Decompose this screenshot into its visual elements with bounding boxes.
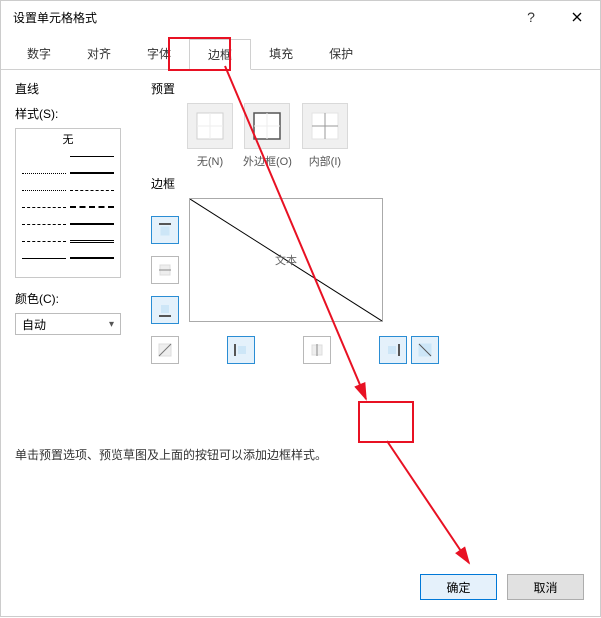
line-style-option[interactable] bbox=[22, 218, 114, 230]
tab-fill[interactable]: 填充 bbox=[251, 39, 311, 69]
preset-border-section: 预置 无(N) 外边框(O) bbox=[151, 80, 586, 364]
annotation-redbox-diag bbox=[358, 401, 414, 443]
preview-text: 文本 bbox=[275, 252, 297, 268]
tab-number[interactable]: 数字 bbox=[9, 39, 69, 69]
border-right-icon bbox=[385, 342, 401, 358]
border-top-button[interactable] bbox=[151, 216, 179, 244]
line-style-option[interactable] bbox=[22, 252, 114, 264]
tab-font[interactable]: 字体 bbox=[129, 39, 189, 69]
preset-none[interactable]: 无(N) bbox=[187, 103, 233, 169]
preset-none-button[interactable] bbox=[187, 103, 233, 149]
close-button[interactable] bbox=[554, 1, 600, 33]
line-color-value: 自动 bbox=[22, 316, 46, 333]
border-left-button[interactable] bbox=[227, 336, 255, 364]
line-style-list[interactable]: 无 bbox=[15, 128, 121, 278]
line-style-option[interactable] bbox=[22, 184, 114, 196]
help-button[interactable]: ? bbox=[508, 1, 554, 33]
window-title: 设置单元格格式 bbox=[13, 9, 508, 26]
border-middle-h-icon bbox=[157, 262, 173, 278]
border-left-icon bbox=[233, 342, 249, 358]
border-bottom-icon bbox=[157, 302, 173, 318]
border-preview-area: 文本 bbox=[151, 198, 586, 364]
border-bottom-buttons bbox=[151, 336, 586, 364]
preset-row: 无(N) 外边框(O) 内部(I) bbox=[187, 103, 586, 169]
line-style-option[interactable] bbox=[22, 201, 114, 213]
diag-down-icon bbox=[417, 342, 433, 358]
border-diag-down-button[interactable] bbox=[411, 336, 439, 364]
border-middle-v-icon bbox=[309, 342, 325, 358]
preset-heading: 预置 bbox=[151, 80, 586, 97]
ok-button[interactable]: 确定 bbox=[420, 574, 497, 600]
border-diag-up-button[interactable] bbox=[151, 336, 179, 364]
tab-strip: 数字 对齐 字体 边框 填充 保护 bbox=[1, 33, 600, 70]
line-color-select[interactable]: 自动 ▾ bbox=[15, 313, 121, 335]
preset-inside[interactable]: 内部(I) bbox=[302, 103, 348, 169]
line-style-option[interactable] bbox=[22, 150, 114, 162]
titlebar: 设置单元格格式 ? bbox=[1, 1, 600, 33]
border-bottom-button[interactable] bbox=[151, 296, 179, 324]
preset-outline[interactable]: 外边框(O) bbox=[243, 103, 292, 169]
line-heading: 直线 bbox=[15, 80, 135, 97]
close-icon bbox=[572, 12, 582, 22]
preset-inside-button[interactable] bbox=[302, 103, 348, 149]
color-label: 颜色(C): bbox=[15, 290, 135, 307]
diag-up-icon bbox=[157, 342, 173, 358]
border-middle-h-button[interactable] bbox=[151, 256, 179, 284]
format-cells-dialog: 设置单元格格式 ? 数字 对齐 字体 边框 填充 保护 直线 样式(S): 无 bbox=[0, 0, 601, 617]
hint-text: 单击预置选项、预览草图及上面的按钮可以添加边框样式。 bbox=[15, 446, 327, 463]
preset-outline-button[interactable] bbox=[244, 103, 290, 149]
border-heading: 边框 bbox=[151, 175, 586, 192]
dialog-buttons: 确定 取消 bbox=[420, 574, 584, 600]
line-style-none[interactable]: 无 bbox=[22, 133, 114, 145]
border-top-icon bbox=[157, 222, 173, 238]
tab-alignment[interactable]: 对齐 bbox=[69, 39, 129, 69]
line-style-option[interactable] bbox=[22, 235, 114, 247]
style-label: 样式(S): bbox=[15, 105, 135, 122]
border-middle-v-button[interactable] bbox=[303, 336, 331, 364]
tab-border[interactable]: 边框 bbox=[189, 39, 251, 70]
border-preview[interactable]: 文本 bbox=[189, 198, 383, 322]
border-side-buttons bbox=[151, 216, 179, 324]
chevron-down-icon: ▾ bbox=[109, 319, 114, 330]
preset-none-icon bbox=[196, 112, 224, 140]
preset-inside-icon bbox=[311, 112, 339, 140]
dialog-body: 直线 样式(S): 无 bbox=[1, 70, 600, 84]
line-style-option[interactable] bbox=[22, 167, 114, 179]
preset-outline-icon bbox=[253, 112, 281, 140]
tab-protection[interactable]: 保护 bbox=[311, 39, 371, 69]
cancel-button[interactable]: 取消 bbox=[507, 574, 584, 600]
line-section: 直线 样式(S): 无 bbox=[15, 80, 135, 335]
border-right-button[interactable] bbox=[379, 336, 407, 364]
